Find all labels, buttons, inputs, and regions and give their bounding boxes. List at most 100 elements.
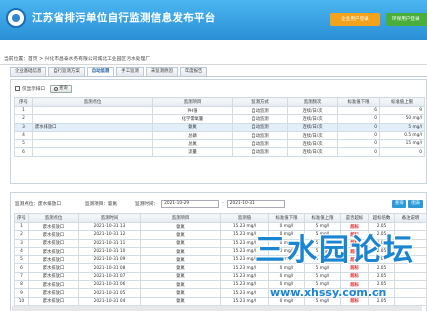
cell-high: 5 mg/l — [304, 271, 341, 282]
cell-no: 3 — [14, 238, 29, 248]
cell-point: 废水排放口 — [28, 230, 79, 240]
tab-annual-report[interactable]: 年度报告 — [179, 67, 208, 76]
cell-item: 氨氮 — [152, 122, 233, 132]
tabs-underline — [10, 76, 427, 77]
cell-no: 2 — [14, 230, 29, 240]
cell-time: 2021-10-31 10 — [78, 246, 141, 257]
date-to-input[interactable]: 2021-10-31 — [226, 199, 285, 208]
cell-low: 0 — [337, 147, 380, 157]
col-header: 标准值下限 — [337, 97, 380, 107]
watermark-url: www.xhssy.com.cn — [270, 286, 387, 299]
search-icon — [53, 86, 58, 91]
cell-time: 2021-10-31 11 — [78, 238, 141, 248]
cell-over: 超标 — [340, 271, 369, 282]
cell-item: 氨氮 — [140, 238, 221, 248]
tab-bar: 企业基础信息 自行监测方案 自动监测 手工监测 未监测原因 年度报告 — [10, 67, 209, 76]
tab-monitoring-plan[interactable]: 自行监测方案 — [48, 67, 85, 76]
cell-value: 15.23 mg/l — [220, 288, 269, 298]
table-row[interactable]: 6 流量 自动监测 连续/日/次 0 0 — [14, 147, 425, 157]
cell-item: 流量 — [152, 147, 233, 157]
col-header: 监测项目 — [140, 213, 221, 223]
environment-login-button[interactable]: 环保用户登录 — [386, 13, 427, 26]
cell-no: 5 — [14, 255, 29, 265]
cell-no: 2 — [14, 114, 33, 124]
filter-label: 仅显示排口 — [22, 86, 45, 92]
logo-icon — [6, 8, 26, 28]
cell-freq: 连续/日/次 — [287, 114, 338, 124]
data-query-button[interactable]: 查询 — [391, 199, 407, 208]
cell-item: 氨氮 — [140, 296, 221, 306]
site-title: 江苏省排污单位自行监测信息发布平台 — [32, 12, 216, 24]
cell-time: 2021-10-31 13 — [78, 221, 141, 232]
cell-item: 氨氮 — [140, 263, 221, 273]
cell-point — [32, 105, 153, 116]
monitoring-points-table: 序号 监测点位 监测项目 监测方式 监测频次 标准值下限 标准值上限 1 PH值… — [14, 97, 425, 157]
tab-unmonitored-reasons[interactable]: 未监测原因 — [145, 67, 178, 76]
cell-point: 废水排放口 — [28, 246, 79, 257]
cell-time: 2021-10-31 05 — [78, 288, 141, 298]
table-row[interactable]: 4 总磷 自动监测 连续/日/次 0 0.5 mg/l — [14, 130, 425, 141]
cell-high: 0 — [379, 147, 425, 157]
cell-low: 6 — [337, 105, 380, 116]
cell-item: 氨氮 — [140, 288, 221, 298]
show-outlet-only-checkbox[interactable] — [15, 86, 20, 91]
cell-mode: 自动监测 — [232, 122, 288, 132]
cell-no: 1 — [14, 221, 29, 232]
table-row[interactable]: 7 废水排放口 2021-10-31 07 氨氮 15.23 mg/l 0 mg… — [14, 271, 427, 282]
table-row-selected[interactable]: 3 废水排放口 氨氮 自动监测 连续/日/次 0 5 mg/l — [14, 122, 425, 132]
cell-point: 废水排放口 — [28, 271, 79, 282]
cell-low: 0 mg/l — [268, 271, 305, 282]
cell-low: 0 — [337, 139, 380, 149]
cell-high: 9 — [379, 105, 425, 116]
table-row[interactable]: 5 总氮 自动监测 连续/日/次 0 15 mg/l — [14, 139, 425, 149]
cell-no: 1 — [14, 105, 33, 116]
col-header: 监测点位 — [32, 97, 153, 107]
cell-times: 2.05 — [368, 271, 395, 282]
cell-high: 50 mg/l — [379, 114, 425, 124]
time-label: 监测时间： — [135, 201, 159, 207]
tab-auto-monitoring[interactable]: 自动监测 — [86, 67, 115, 76]
cell-point: 废水排放口 — [28, 255, 79, 265]
cell-value: 15.23 mg/l — [220, 280, 269, 290]
cell-point: 废水排放口 — [28, 263, 79, 273]
cell-time: 2021-10-31 09 — [78, 255, 141, 265]
enterprise-login-button[interactable]: 企业用户登录 — [330, 13, 380, 26]
cell-no: 6 — [14, 147, 33, 157]
divider — [0, 64, 427, 65]
horizontal-scrollbar[interactable] — [12, 306, 422, 311]
cell-point: 废水排放口 — [32, 122, 153, 132]
date-range-sep: - — [222, 201, 224, 206]
cell-point: 废水排放口 — [28, 221, 79, 232]
tab-manual-monitoring[interactable]: 手工监测 — [116, 67, 144, 76]
cell-no: 8 — [14, 280, 29, 290]
cell-time: 2021-10-31 06 — [78, 280, 141, 290]
watermark-text: 三水园论坛 — [255, 233, 415, 268]
cell-item: 氨氮 — [140, 246, 221, 257]
table-row[interactable]: 2 化学需氧量 自动监测 连续/日/次 0 50 mg/l — [14, 114, 425, 124]
cell-point: 废水排放口 — [28, 288, 79, 298]
cell-item: PH值 — [152, 105, 233, 116]
cell-item: 氨氮 — [140, 280, 221, 290]
col-header: 监测方式 — [232, 97, 288, 107]
cell-mode: 自动监测 — [232, 130, 288, 141]
cell-point: 废水排放口 — [28, 280, 79, 290]
query-button[interactable]: 查询 — [49, 84, 72, 93]
query-button-label: 查询 — [58, 85, 68, 91]
date-from-input[interactable]: 2021-10-29 — [161, 199, 220, 208]
cell-point — [32, 147, 153, 157]
cell-note — [394, 271, 427, 282]
col-header: 序号 — [14, 97, 33, 107]
table-row[interactable]: 1 PH值 自动监测 连续/日/次 6 9 — [14, 105, 425, 116]
col-header: 标准值上限 — [304, 213, 341, 223]
cell-item: 氨氮 — [140, 230, 221, 240]
cell-item: 总氮 — [152, 139, 233, 149]
tab-enterprise-info[interactable]: 企业基础信息 — [10, 67, 47, 76]
chart-button[interactable]: 图表 — [408, 199, 423, 208]
col-header: 超标倍数 — [368, 213, 395, 223]
col-header: 监测时间 — [78, 213, 141, 223]
cell-time: 2021-10-31 04 — [78, 296, 141, 306]
cell-low: 0 — [337, 114, 380, 124]
cell-low: 0 — [337, 122, 380, 132]
cell-value: 15.23 mg/l — [220, 296, 269, 306]
cell-freq: 连续/日/次 — [287, 122, 338, 132]
